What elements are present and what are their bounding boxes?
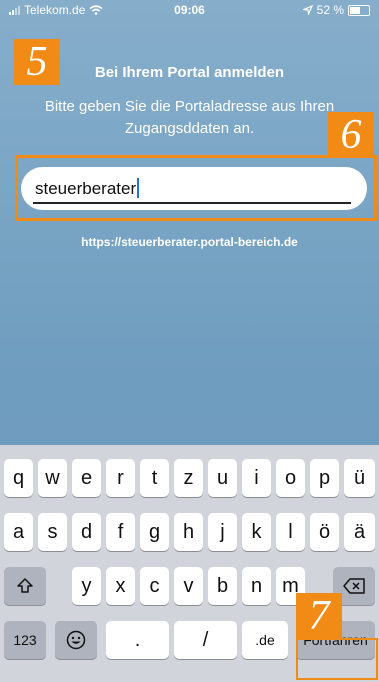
key-z[interactable]: z xyxy=(174,459,203,497)
login-screen: Telekom.de 09:06 52 % 5 Bei Ihrem Portal… xyxy=(0,0,379,682)
key-o-umlaut[interactable]: ö xyxy=(310,513,339,551)
portal-address-input[interactable]: steuerberater xyxy=(21,167,367,210)
step-badge-6: 6 xyxy=(328,112,374,158)
shift-key[interactable] xyxy=(4,567,46,605)
key-x[interactable]: x xyxy=(106,567,135,605)
key-g[interactable]: g xyxy=(140,513,169,551)
key-p[interactable]: p xyxy=(310,459,339,497)
portal-url-preview: https://steuerberater.portal-bereich.de xyxy=(81,235,298,249)
key-a[interactable]: a xyxy=(4,513,33,551)
key-t[interactable]: t xyxy=(140,459,169,497)
key-u[interactable]: u xyxy=(208,459,237,497)
key-e[interactable]: e xyxy=(72,459,101,497)
key-k[interactable]: k xyxy=(242,513,271,551)
step-badge-7: 7 xyxy=(296,593,342,639)
key-j[interactable]: j xyxy=(208,513,237,551)
key-n[interactable]: n xyxy=(242,567,271,605)
key-l[interactable]: l xyxy=(276,513,305,551)
key-q[interactable]: q xyxy=(4,459,33,497)
emoji-smiley-icon xyxy=(66,630,86,650)
key-w[interactable]: w xyxy=(38,459,67,497)
location-arrow-icon xyxy=(302,5,313,15)
key-h[interactable]: h xyxy=(174,513,203,551)
key-o[interactable]: o xyxy=(276,459,305,497)
backspace-icon xyxy=(343,578,365,594)
domain-key[interactable]: .de xyxy=(242,621,288,659)
text-caret xyxy=(137,178,140,198)
emoji-key[interactable] xyxy=(55,621,97,659)
period-key[interactable]: . xyxy=(106,621,169,659)
key-a-umlaut[interactable]: ä xyxy=(344,513,375,551)
slash-key[interactable]: / xyxy=(174,621,237,659)
battery-percentage: 52 % xyxy=(316,3,344,17)
input-underline xyxy=(33,202,351,204)
key-u-umlaut[interactable]: ü xyxy=(344,459,375,497)
page-title: Bei Ihrem Portal anmelden xyxy=(94,64,285,81)
key-s[interactable]: s xyxy=(38,513,67,551)
battery-icon xyxy=(348,4,370,16)
instruction-text: Bitte geben Sie die Portaladresse aus Ih… xyxy=(44,98,335,137)
status-bar: Telekom.de 09:06 52 % xyxy=(0,0,379,22)
key-r[interactable]: r xyxy=(106,459,135,497)
key-y[interactable]: y xyxy=(72,567,101,605)
numbers-key[interactable]: 123 xyxy=(4,621,46,659)
input-value: steuerberater xyxy=(35,179,137,198)
shift-arrow-icon xyxy=(17,578,33,593)
key-v[interactable]: v xyxy=(174,567,203,605)
continue-highlight-frame xyxy=(296,638,378,680)
key-i[interactable]: i xyxy=(242,459,271,497)
key-c[interactable]: c xyxy=(140,567,169,605)
key-f[interactable]: f xyxy=(106,513,135,551)
key-b[interactable]: b xyxy=(208,567,237,605)
key-d[interactable]: d xyxy=(72,513,101,551)
